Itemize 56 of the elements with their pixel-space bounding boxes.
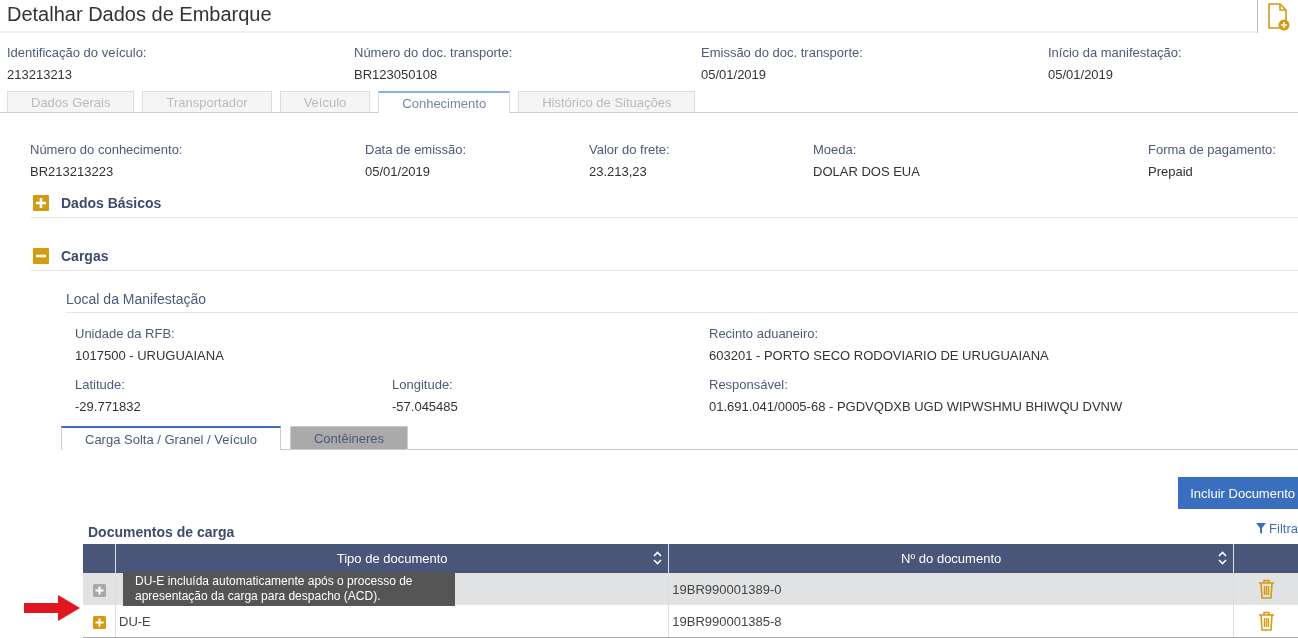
field-label: Número do doc. transporte: <box>354 45 514 60</box>
field-label: Data de emissão: <box>365 142 468 157</box>
field-value: BR123050108 <box>354 67 439 82</box>
table-cell: DU-E <box>119 613 151 629</box>
column-header[interactable]: Nº do documento <box>668 544 1234 573</box>
field-value: DOLAR DOS EUA <box>813 164 921 179</box>
tab[interactable]: Carga Solta / Granel / Veículo <box>61 426 281 450</box>
expand-icon[interactable] <box>92 615 106 629</box>
field-label: Recinto aduaneiro: <box>709 326 820 341</box>
subsection-title: Local da Manifestação <box>66 291 1298 313</box>
sort-icon <box>1218 551 1227 565</box>
section-title: Cargas <box>61 248 109 264</box>
field-value: Prepaid <box>1148 164 1194 179</box>
tab[interactable]: Conhecimento <box>378 91 511 113</box>
page-title: Detalhar Dados de Embarque <box>7 3 272 26</box>
table-cell: 19BR990001385-8 <box>672 613 782 629</box>
trash-icon[interactable] <box>1257 611 1275 631</box>
field-label: Longitude: <box>392 377 454 392</box>
field-value: -29.771832 <box>75 399 142 414</box>
add-document-button[interactable]: Incluir Documento <box>1178 477 1298 509</box>
field-value: 05/01/2019 <box>1048 67 1115 82</box>
expand-icon[interactable] <box>33 195 49 211</box>
arrow-icon <box>24 595 80 621</box>
table-header-cell <box>1233 544 1298 573</box>
field-label: Responsável: <box>709 377 789 392</box>
field-label: Emissão do doc. transporte: <box>701 45 864 60</box>
table-cell: 19BR990001389-0 <box>672 581 782 597</box>
tab[interactable]: Contêineres <box>290 426 409 449</box>
field-label: Início da manifestação: <box>1048 45 1183 60</box>
sort-icon <box>653 551 663 565</box>
column-header[interactable]: Tipo de documento <box>115 544 669 573</box>
field-value: 23.213,23 <box>589 164 648 179</box>
field-label: Forma de pagamento: <box>1148 142 1277 157</box>
field-value: 05/01/2019 <box>365 164 432 179</box>
field-label: Identificação do veículo: <box>7 45 148 60</box>
field-value: 01.691.041/0005-68 - PGDVQDXB UGD WIPWSHMU BHIWQU DVNW <box>709 399 1124 414</box>
field-value: -57.045485 <box>392 399 459 414</box>
document-add-icon <box>1266 2 1290 31</box>
filter-link[interactable]: Filtra <box>1256 521 1298 536</box>
tooltip: DU-E incluída automaticamente após o processo de apresentação da carga para despacho (ACD). <box>123 572 455 606</box>
field-label: Unidade da RFB: <box>75 326 176 341</box>
new-document-button[interactable] <box>1257 0 1298 33</box>
filter-icon <box>1256 523 1267 534</box>
field-label: Número do conhecimento: <box>30 142 184 157</box>
field-value: 213213213 <box>7 67 74 82</box>
field-label: Moeda: <box>813 142 858 157</box>
table-title: Documentos de carga <box>88 524 235 540</box>
collapse-icon[interactable] <box>33 248 49 264</box>
section-title: Dados Básicos <box>61 195 162 211</box>
field-value: 05/01/2019 <box>701 67 768 82</box>
field-value: 1017500 - URUGUAIANA <box>75 348 225 363</box>
table-header-cell <box>83 544 116 573</box>
field-label: Latitude: <box>75 377 126 392</box>
field-label: Valor do frete: <box>589 142 671 157</box>
field-value: BR213213223 <box>30 164 115 179</box>
field-value: 603201 - PORTO SECO RODOVIARIO DE URUGUAIANA <box>709 348 1050 363</box>
